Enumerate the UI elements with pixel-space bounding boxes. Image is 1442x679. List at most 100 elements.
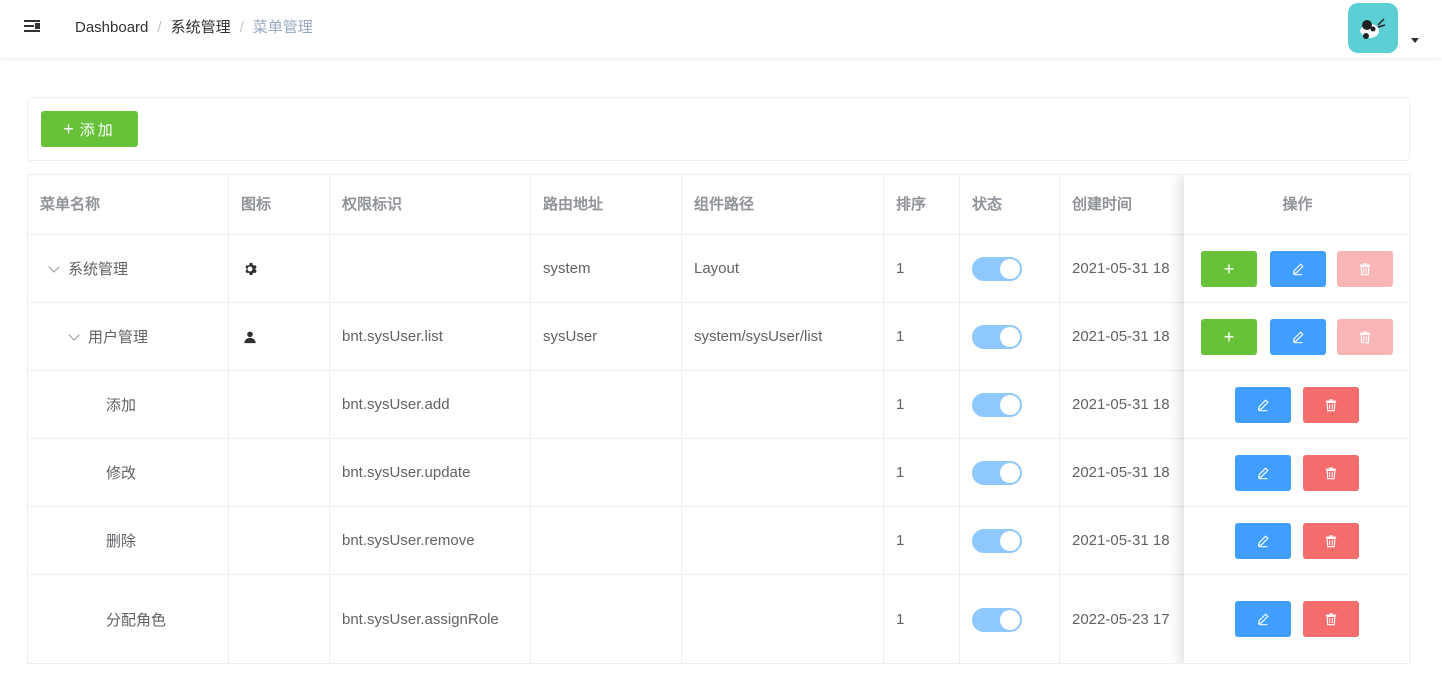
- cell-created: 2021-05-31 18: [1060, 439, 1184, 506]
- cell-icon: [229, 371, 330, 438]
- cell-sort: 1: [884, 303, 960, 370]
- cell-path: [531, 439, 682, 506]
- cell-component-text: Layout: [694, 260, 740, 277]
- add-child-button[interactable]: +: [1201, 319, 1257, 355]
- expand-arrow-icon[interactable]: [48, 260, 60, 273]
- cell-sort-text: 1: [896, 328, 905, 345]
- edit-button[interactable]: [1270, 319, 1326, 355]
- cell-component-text: system/sysUser/list: [694, 328, 823, 345]
- menu-name: 删除: [106, 533, 137, 550]
- cell-created: 2021-05-31 18: [1060, 235, 1184, 302]
- cell-status: [960, 371, 1060, 438]
- cell-created-text: 2021-05-31 18: [1072, 260, 1170, 277]
- switch-knob: [1000, 258, 1020, 279]
- cell-status: [960, 303, 1060, 370]
- cell-perms: bnt.sysUser.remove: [330, 507, 531, 574]
- add-menu-button[interactable]: + 添加: [41, 111, 138, 147]
- delete-icon: [1358, 262, 1372, 276]
- gear-icon: [243, 262, 257, 276]
- breadcrumb-separator: /: [239, 19, 244, 36]
- caret-down-icon[interactable]: [1411, 38, 1419, 43]
- cell-status: [960, 507, 1060, 574]
- cell-perms-text: bnt.sysUser.add: [342, 395, 450, 413]
- sidebar-toggle-icon[interactable]: [24, 19, 42, 35]
- status-switch[interactable]: [972, 392, 1022, 417]
- edit-icon: [1256, 398, 1270, 412]
- col-header-created: 创建时间: [1072, 196, 1133, 213]
- avatar[interactable]: [1348, 3, 1398, 53]
- cell-sort-text: 1: [896, 532, 905, 549]
- cell-sort: 1: [884, 507, 960, 574]
- breadcrumb-dashboard[interactable]: Dashboard: [75, 19, 148, 36]
- cell-created: 2021-05-31 18: [1060, 371, 1184, 438]
- cell-created: 2021-05-31 18: [1060, 303, 1184, 370]
- delete-button[interactable]: [1303, 455, 1359, 491]
- cell-name: 修改: [28, 439, 229, 506]
- col-header-status: 状态: [960, 175, 1060, 235]
- cell-created-text: 2021-05-31 18: [1072, 396, 1170, 413]
- delete-button-disabled: [1337, 251, 1393, 287]
- cell-path: system: [531, 235, 682, 302]
- edit-button[interactable]: [1235, 387, 1291, 423]
- add-menu-label: 添加: [79, 121, 116, 139]
- status-switch[interactable]: [972, 256, 1022, 281]
- switch-knob: [1000, 326, 1020, 347]
- actions-row: +: [1184, 235, 1409, 303]
- cell-sort: 1: [884, 235, 960, 302]
- cell-component: [682, 439, 884, 506]
- cell-path-text: sysUser: [543, 328, 598, 345]
- cell-perms-text: bnt.sysUser.list: [342, 327, 443, 345]
- add-child-button[interactable]: +: [1201, 251, 1257, 287]
- delete-button[interactable]: [1303, 523, 1359, 559]
- cell-path-text: system: [543, 260, 591, 277]
- cell-name: 用户管理: [28, 303, 229, 370]
- delete-icon: [1324, 612, 1338, 626]
- menu-table: 菜单名称 图标 权限标识 路由地址 组件路径 排序 状态 创建时间 系统管理 sy…: [27, 174, 1410, 664]
- col-header-perms: 权限标识: [330, 175, 531, 235]
- cell-icon: [229, 303, 330, 370]
- delete-button[interactable]: [1303, 387, 1359, 423]
- breadcrumb-system[interactable]: 系统管理: [171, 19, 231, 36]
- edit-icon: [1291, 330, 1305, 344]
- switch-knob: [1000, 609, 1020, 630]
- status-switch[interactable]: [972, 528, 1022, 553]
- cell-sort: 1: [884, 371, 960, 438]
- cell-sort: 1: [884, 575, 960, 663]
- delete-button[interactable]: [1303, 601, 1359, 637]
- menu-name: 用户管理: [88, 329, 149, 346]
- col-header-name: 菜单名称: [28, 175, 229, 235]
- cell-status: [960, 235, 1060, 302]
- delete-button-disabled: [1337, 319, 1393, 355]
- cell-path: [531, 371, 682, 438]
- status-switch[interactable]: [972, 460, 1022, 485]
- actions-row: [1184, 575, 1409, 663]
- edit-icon: [1256, 534, 1270, 548]
- cell-path: sysUser: [531, 303, 682, 370]
- edit-icon: [1291, 262, 1305, 276]
- breadcrumb-separator: /: [157, 19, 162, 36]
- delete-icon: [1324, 534, 1338, 548]
- status-switch[interactable]: [972, 324, 1022, 349]
- cell-component: [682, 371, 884, 438]
- cell-created: 2021-05-31 18: [1060, 507, 1184, 574]
- status-switch[interactable]: [972, 607, 1022, 632]
- col-header-component: 组件路径: [682, 175, 884, 235]
- edit-button[interactable]: [1270, 251, 1326, 287]
- cell-icon: [229, 235, 330, 302]
- breadcrumb-current: 菜单管理: [252, 19, 313, 36]
- edit-button[interactable]: [1235, 601, 1291, 637]
- cell-perms: bnt.sysUser.list: [330, 303, 531, 370]
- expand-arrow-icon[interactable]: [68, 328, 80, 341]
- menu-name: 分配角色: [106, 612, 167, 629]
- cell-path: [531, 507, 682, 574]
- edit-button[interactable]: [1235, 455, 1291, 491]
- cell-perms-text: bnt.sysUser.update: [342, 463, 471, 481]
- edit-button[interactable]: [1235, 523, 1291, 559]
- cell-name: 分配角色: [28, 575, 229, 663]
- switch-knob: [1000, 530, 1020, 551]
- switch-knob: [1000, 462, 1020, 483]
- cell-component: [682, 575, 884, 663]
- user-icon: [243, 330, 257, 344]
- cell-component: system/sysUser/list: [682, 303, 884, 370]
- edit-icon: [1256, 466, 1270, 480]
